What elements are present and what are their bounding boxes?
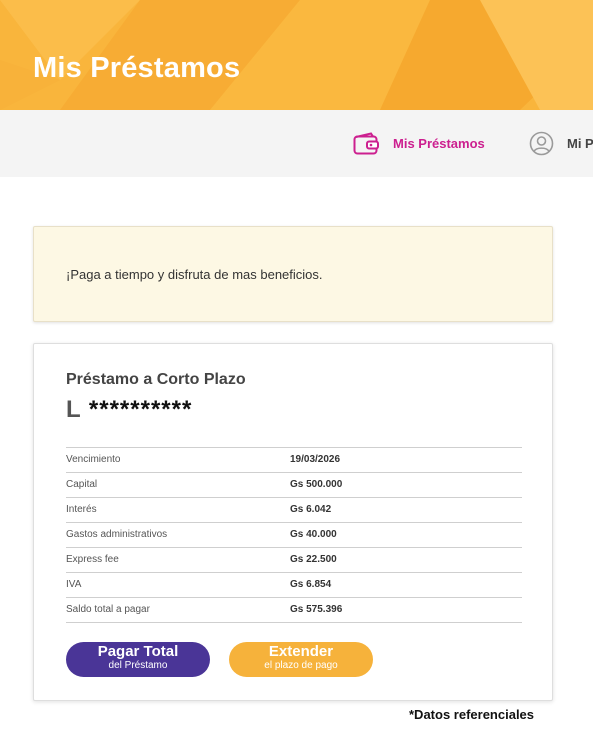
nav-item-my-profile[interactable]: Mi Perfil — [529, 110, 593, 177]
loan-title: Préstamo a Corto Plazo — [66, 371, 246, 388]
user-circle-icon — [529, 131, 554, 156]
page-title: Mis Préstamos — [33, 52, 241, 84]
detail-value: Gs 6.854 — [290, 579, 332, 590]
detail-row-express-fee: Express fee Gs 22.500 — [66, 548, 522, 573]
loan-card: Préstamo a Corto Plazo L ********** Venc… — [33, 343, 553, 701]
detail-row-due-date: Vencimiento 19/03/2026 — [66, 448, 522, 473]
detail-row-admin-fees: Gastos administrativos Gs 40.000 — [66, 523, 522, 548]
extend-label: Extender — [268, 643, 334, 660]
reference-footnote: *Datos referenciales — [409, 707, 535, 722]
detail-label: Express fee — [66, 554, 119, 565]
nav-item-my-loans[interactable]: Mis Préstamos — [353, 110, 485, 177]
detail-label: Saldo total a pagar — [66, 604, 150, 615]
pay-total-label: Pagar Total — [97, 643, 179, 660]
detail-value: Gs 22.500 — [290, 554, 337, 565]
detail-label: Capital — [66, 479, 98, 490]
notice-box: ¡Paga a tiempo y disfruta de mas benefic… — [33, 226, 553, 322]
loan-id-prefix: L — [66, 396, 82, 423]
wallet-icon — [353, 131, 380, 156]
pay-total-button[interactable]: Pagar Total del Préstamo — [66, 642, 210, 677]
loan-id-masked: ********** — [88, 396, 193, 423]
extend-sublabel: el plazo de pago — [264, 660, 338, 671]
detail-row-total-balance: Saldo total a pagar Gs 575.396 — [66, 598, 522, 623]
nav-item-label: Mis Préstamos — [393, 136, 485, 151]
header-banner: Mis Préstamos — [0, 0, 593, 110]
loan-details-table: Vencimiento 19/03/2026 Capital Gs 500.00… — [66, 447, 522, 623]
detail-label: IVA — [66, 579, 82, 590]
detail-label: Vencimiento — [66, 454, 121, 465]
detail-value: Gs 575.396 — [290, 604, 343, 615]
detail-value: 19/03/2026 — [290, 454, 341, 465]
detail-row-capital: Capital Gs 500.000 — [66, 473, 522, 498]
notice-text: ¡Paga a tiempo y disfruta de mas benefic… — [66, 267, 323, 282]
detail-label: Gastos administrativos — [66, 529, 168, 540]
detail-value: Gs 500.000 — [290, 479, 343, 490]
loan-id: L ********** — [66, 396, 192, 424]
detail-row-iva: IVA Gs 6.854 — [66, 573, 522, 598]
detail-label: Interés — [66, 504, 97, 515]
nav-item-label: Mi Perfil — [567, 136, 593, 151]
pay-total-sublabel: del Préstamo — [108, 660, 168, 671]
top-navigation: Mis Préstamos Mi Perfil — [0, 110, 593, 177]
extend-button[interactable]: Extender el plazo de pago — [229, 642, 373, 677]
detail-row-interest: Interés Gs 6.042 — [66, 498, 522, 523]
detail-value: Gs 40.000 — [290, 529, 337, 540]
detail-value: Gs 6.042 — [290, 504, 332, 515]
